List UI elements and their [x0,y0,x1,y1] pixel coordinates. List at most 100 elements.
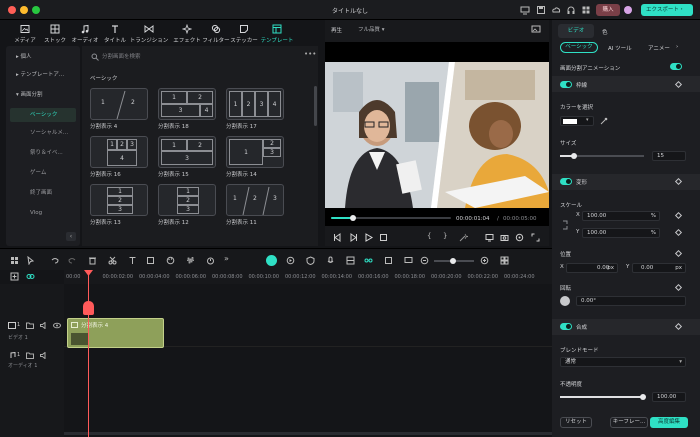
tool-stock[interactable]: ストック [42,24,68,44]
tool-title[interactable]: タイトル [102,24,128,44]
template-card[interactable]: 1 2 分割表示 4 [90,88,152,130]
shield-icon[interactable] [306,256,315,265]
subtab-ai-tools[interactable]: AI ツール [608,44,632,52]
border-toggle[interactable] [560,81,572,88]
nav-vlog[interactable]: Vlog [10,206,76,220]
timer-icon[interactable] [206,256,215,265]
monitor-icon[interactable] [520,5,530,15]
opacity-slider[interactable] [560,396,644,398]
tool-effect[interactable]: エフェクト [172,24,202,44]
crop-icon[interactable] [146,256,155,265]
nav-festival-event[interactable]: 祭り＆イベ... [10,146,76,160]
redo-icon[interactable] [68,256,77,265]
playhead-scissors-handle[interactable] [83,301,94,315]
select-tool-icon[interactable] [26,256,35,265]
mark-out-icon[interactable]: } [443,232,447,240]
link-icon[interactable] [561,220,569,230]
template-card[interactable]: 1 2 3 分割表示 13 [90,184,152,226]
rotation-input[interactable]: 0.00° [576,296,686,306]
rotation-dial[interactable] [560,296,570,306]
export-button[interactable]: エクスポート・ [641,4,693,16]
opacity-input[interactable]: 100.00 [652,392,686,402]
template-card[interactable]: 1 2 3 分割表示 12 [158,184,220,226]
scale-y-input[interactable]: 100.00% [582,228,660,238]
preview-scrubber-knob[interactable] [349,215,356,221]
advanced-edit-button[interactable]: 高度編集 [650,417,688,428]
snap-icon[interactable] [364,256,373,265]
keyframe-panel-button[interactable]: キーフレー... [610,417,648,428]
tool-media[interactable]: メディア [12,24,38,44]
tool-sticker[interactable]: ステッカー [230,24,258,44]
position-keyframe-icon[interactable] [674,249,683,258]
camera-icon[interactable] [500,233,509,242]
nav-personal[interactable]: ▸ 個人 [10,50,76,64]
opacity-slider-knob[interactable] [640,394,646,400]
eye-icon[interactable] [53,322,61,329]
grid-view-icon[interactable] [500,256,509,265]
timeline-tracks[interactable] [64,284,552,437]
monitor-preview-icon[interactable] [404,256,413,265]
avatar[interactable] [624,6,632,14]
subtab-basic[interactable]: ベーシック [560,42,598,53]
delete-icon[interactable] [88,256,97,265]
subtab-animation[interactable]: アニメー [648,44,670,52]
template-card[interactable]: 1 2 3 4 分割表示 17 [226,88,288,130]
template-card[interactable]: 1 2 3 4 分割表示 16 [90,136,152,178]
position-y-input[interactable]: 0.00 px [632,263,686,273]
folder-icon[interactable] [26,322,34,329]
collapse-sidebar-button[interactable]: ‹ [66,232,76,241]
fullscreen-icon[interactable] [531,233,540,242]
template-card[interactable]: 1 2 3 4 分割表示 18 [158,88,220,130]
nav-split-screen[interactable]: ▾ 画面分割 [10,88,76,102]
play-icon[interactable] [364,233,373,242]
scale-y-keyframe-icon[interactable] [674,228,683,237]
nav-social-media[interactable]: ソーシャルメ... [10,126,76,140]
rotation-keyframe-icon[interactable] [674,283,683,292]
headset-icon[interactable] [566,5,576,15]
stop-icon[interactable] [379,233,388,242]
tool-transition[interactable]: トランジション [128,24,170,44]
more-options-icon[interactable]: ••• [304,50,316,58]
cut-icon[interactable] [108,256,117,265]
quality-select[interactable]: フル品質 ▾ [355,25,407,35]
scale-x-input[interactable]: 100.00% [582,211,660,221]
maximize-window-button[interactable] [32,6,40,14]
split-animation-toggle[interactable] [670,63,682,70]
color-palette-icon[interactable] [166,256,175,265]
playhead[interactable] [88,270,89,437]
reset-button[interactable]: リセット [560,417,592,428]
display-icon[interactable] [485,233,494,242]
position-x-input[interactable]: 0.00 px [566,263,618,273]
magic-icon[interactable] [459,233,468,242]
more-subtabs-icon[interactable]: › [676,44,678,50]
zoom-out-icon[interactable] [420,256,429,265]
nav-game[interactable]: ゲーム [10,166,76,180]
undo-icon[interactable] [50,256,59,265]
tool-filter[interactable]: フィルター [202,24,230,44]
timeline-ruler[interactable]: 00:00 00:00:02:00 00:00:04:00 00:00:06:00 00… [64,270,552,284]
speaker-icon[interactable] [40,322,48,329]
timeline-clip[interactable]: 分割表示 4 [67,318,164,348]
preview-tab[interactable]: 再生 [331,26,342,34]
minimize-window-button[interactable] [20,6,28,14]
render-icon[interactable] [286,256,295,265]
tool-audio[interactable]: オーディオ [70,24,100,44]
color-picker[interactable]: ▾ [560,116,594,126]
step-back-icon[interactable] [333,233,342,242]
video-viewer[interactable] [325,42,549,226]
nav-template-assets[interactable]: ▸ テンプレートア... [10,68,76,82]
tool-template[interactable]: テンプレート [258,24,296,44]
zoom-slider-knob[interactable] [450,258,456,264]
text-tool-icon[interactable] [128,256,137,265]
speaker-icon[interactable] [40,352,48,359]
magnet-icon[interactable] [384,256,393,265]
search-input[interactable]: 分割画面を検索 [90,50,294,64]
buy-button[interactable]: 購入 [596,4,620,16]
nav-end-screen[interactable]: 終了画面 [10,186,76,200]
save-icon[interactable] [536,5,546,15]
eyedropper-icon[interactable] [600,117,608,125]
cloud-icon[interactable] [551,5,561,15]
microphone-icon[interactable] [326,256,335,265]
add-track-icon[interactable] [10,272,19,281]
layout-icon[interactable] [10,256,19,265]
